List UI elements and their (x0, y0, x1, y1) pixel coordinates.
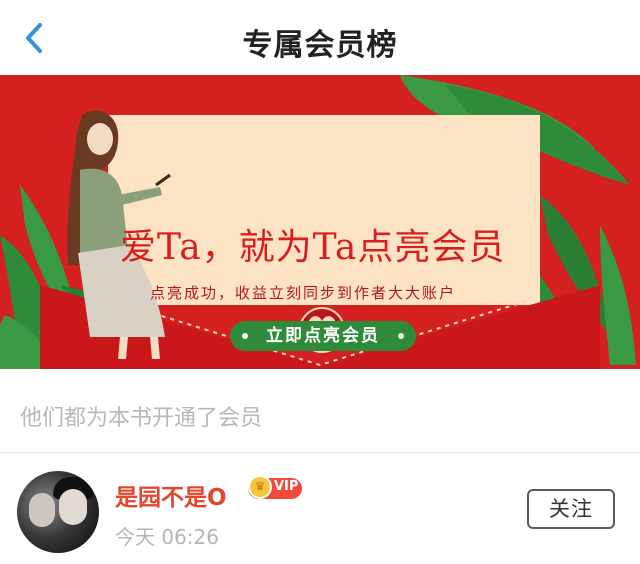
follow-button[interactable]: 关注 (527, 489, 615, 529)
banner-headline: 爱Ta，就为Ta点亮会员 (120, 227, 506, 268)
crown-icon: ♛ (248, 475, 272, 499)
member-timestamp: 今天 06:26 (115, 525, 219, 549)
vip-badge: ♛ VIP (248, 475, 302, 499)
avatar[interactable] (17, 471, 99, 553)
vip-badge-label: VIP (274, 479, 299, 494)
list-item[interactable]: 是园不是O ♛ VIP 今天 06:26 关注 (0, 453, 640, 564)
envelope-card (108, 115, 540, 305)
page-title: 专属会员榜 (242, 28, 398, 63)
light-up-member-button[interactable]: 立即点亮会员 (230, 321, 416, 351)
section-heading: 他们都为本书开通了会员 (20, 406, 263, 431)
top-nav-bar: 专属会员榜 (0, 0, 640, 75)
promo-banner[interactable]: 爱Ta，就为Ta点亮会员 点亮成功，收益立刻同步到作者大大账户 立即点亮会员 (0, 75, 640, 369)
banner-subline: 点亮成功，收益立刻同步到作者大大账户 (150, 284, 457, 302)
member-name[interactable]: 是园不是O (115, 478, 227, 512)
